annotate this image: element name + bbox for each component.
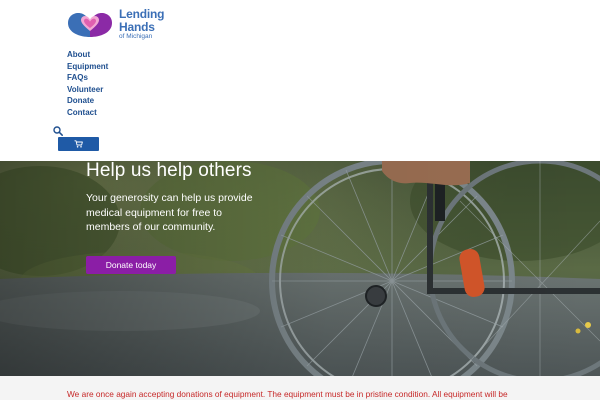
nav-item-contact: Contact [67,105,108,117]
logo-line-of-michigan: of Michigan [119,33,153,40]
nav-link-about[interactable]: About [67,50,90,59]
nav-link-contact[interactable]: Contact [67,108,97,117]
nav-item-donate: Donate [67,93,108,105]
site-logo[interactable]: Lending Hands of Michigan [66,8,164,41]
nav-item-about: About [67,47,108,59]
nav-item-faqs: FAQs [67,70,108,82]
logo-line-lending: Lending [119,7,165,21]
nav-item-volunteer: Volunteer [67,82,108,94]
site-header: Lending Hands of Michigan About Equipmen… [0,0,600,161]
nav-item-equipment: Equipment [67,59,108,71]
notice-text: We are once again accepting donations of… [67,389,508,399]
logo-line-hands: Hands [119,20,155,34]
hero-body-text: Your generosity can help us provide medi… [86,192,253,233]
donate-today-button[interactable]: Donate today [86,256,176,274]
hands-heart-logo-icon [68,13,112,38]
donation-notice: We are once again accepting donations of… [0,376,600,400]
cart-button[interactable] [58,137,99,151]
hero-banner: Help us help others Your generosity can … [0,161,600,376]
logo-wordmark: Lending Hands of Michigan [119,8,164,41]
search-icon[interactable] [53,126,63,136]
main-navigation: About Equipment FAQs Volunteer Donate Co… [67,47,108,117]
cart-icon [74,140,83,148]
nav-link-faqs[interactable]: FAQs [67,73,88,82]
hero-title: Help us help others [86,161,252,181]
